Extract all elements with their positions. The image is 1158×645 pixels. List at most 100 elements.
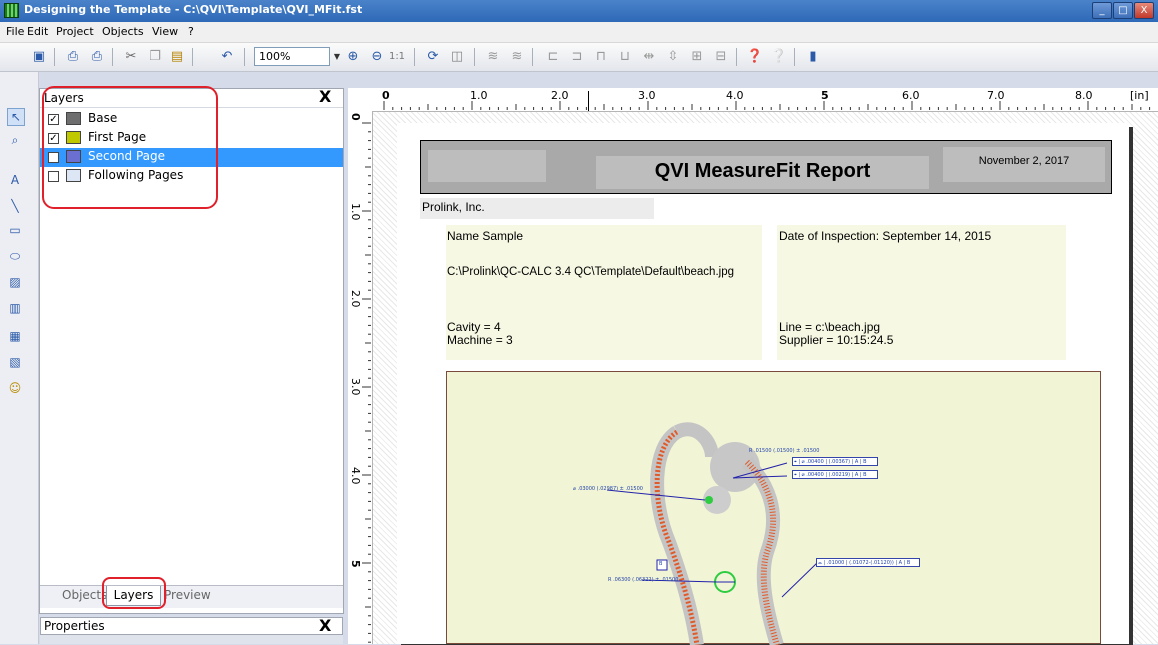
zoom-actual-button[interactable]: 1:1	[388, 48, 406, 66]
align-top-icon[interactable]: ⊓	[592, 48, 610, 66]
line-tool-icon[interactable]: ╲	[7, 198, 23, 214]
supplier-text: Supplier = 10:15:24.5	[779, 333, 894, 347]
zoom-select[interactable]: 100%	[254, 47, 330, 66]
ellipse-tool-icon[interactable]: ⬭	[7, 248, 23, 264]
layers-close-icon[interactable]: X	[319, 89, 331, 105]
ruler-label: 0	[382, 89, 390, 102]
radius-annotation: R .01500 (.01500) ± .01500	[749, 448, 820, 454]
ruler-label: 7.0	[987, 89, 1005, 102]
help-icon[interactable]: ❓	[746, 48, 764, 66]
header-logo-placeholder[interactable]	[428, 150, 546, 182]
ruler-label: 4.0	[726, 89, 744, 102]
ruler-label: 2.0	[551, 89, 569, 102]
toolbar-separator	[192, 48, 193, 66]
menu-file[interactable]: File	[6, 25, 24, 38]
properties-row	[40, 635, 343, 644]
center-h-icon[interactable]: ⇹	[640, 48, 658, 66]
app-icon	[4, 3, 19, 18]
text-tool-icon[interactable]: A	[7, 172, 23, 188]
ruler-label: 0	[349, 113, 362, 121]
fcf-text: ⌓ | .01000 | (.01072-(.01120)) | A | B	[818, 560, 911, 566]
close-button[interactable]: X	[1134, 2, 1154, 19]
toolbar-separator	[532, 48, 533, 66]
properties-title: Properties	[44, 619, 105, 633]
tab-preview[interactable]: Preview	[164, 588, 211, 602]
part-drawing[interactable]	[446, 371, 1101, 645]
machine-text: Machine = 3	[447, 333, 513, 347]
toolbar-separator	[54, 48, 55, 66]
minimize-button[interactable]: _	[1092, 2, 1112, 19]
context-help-icon[interactable]: ❔	[770, 48, 788, 66]
select-tool-icon[interactable]: ↖	[7, 108, 25, 126]
properties-close-icon[interactable]: X	[319, 618, 331, 634]
table-tool-icon[interactable]: ▦	[7, 328, 23, 344]
save-icon[interactable]: ▣	[30, 48, 48, 66]
arrange-icon[interactable]: ≋	[484, 48, 502, 66]
rectangle-tool-icon[interactable]: ▭	[7, 222, 23, 238]
highlight-layers-tab	[102, 577, 166, 609]
window-title: Designing the Template - C:\QVI\Template…	[24, 3, 363, 16]
zoom-in-icon[interactable]: ⊕	[344, 48, 362, 66]
exit-icon[interactable]: ▮	[804, 48, 822, 66]
ruler-label: 5	[349, 560, 362, 568]
ruler-label: 2.0	[349, 290, 362, 308]
undo-icon[interactable]: ↶	[218, 48, 236, 66]
copy-icon[interactable]: ❐	[146, 48, 164, 66]
report-date: November 2, 2017	[978, 155, 1070, 167]
same-height-icon[interactable]: ⊟	[712, 48, 730, 66]
ruler-unit: [in]	[1130, 89, 1149, 102]
picture-tool-icon[interactable]: ▨	[7, 274, 23, 290]
ruler-cursor-marker	[588, 91, 589, 111]
menu-edit[interactable]: Edit	[27, 25, 48, 38]
bring-front-icon[interactable]: ◫	[448, 48, 466, 66]
ruler-label: 3.0	[349, 378, 362, 396]
menu-project[interactable]: Project	[56, 25, 94, 38]
toolbar-separator	[794, 48, 795, 66]
report-title: QVI MeasureFit Report	[654, 160, 871, 182]
align-right-icon[interactable]: ⊐	[568, 48, 586, 66]
ruler-label: 1.0	[470, 89, 488, 102]
highlight-layers-list	[42, 86, 218, 209]
toolbar-separator	[736, 48, 737, 66]
user-object-icon[interactable]: ☺	[7, 380, 23, 396]
toolbar-separator	[244, 48, 245, 66]
radius-annotation-2: R .06300 (.06322) ± .01500	[608, 577, 679, 583]
refresh-icon[interactable]: ⟳	[424, 48, 442, 66]
tab-objects[interactable]: Objects	[62, 588, 107, 602]
ruler-label: 1.0	[349, 203, 362, 221]
menu-help[interactable]: ?	[188, 25, 194, 38]
ruler-label: 3.0	[638, 89, 656, 102]
chart-tool-icon[interactable]: ▧	[7, 354, 23, 370]
toolbar-separator	[414, 48, 415, 66]
barcode-tool-icon[interactable]: ▥	[7, 300, 23, 316]
name-sample-text: Name Sample	[447, 229, 524, 243]
maximize-button[interactable]: □	[1113, 2, 1133, 19]
align-left-icon[interactable]: ⊏	[544, 48, 562, 66]
same-width-icon[interactable]: ⊞	[688, 48, 706, 66]
ruler-label: 4.0	[349, 467, 362, 485]
arrange2-icon[interactable]: ≋	[508, 48, 526, 66]
cut-icon[interactable]: ✂	[122, 48, 140, 66]
print-icon[interactable]: ⎙	[64, 48, 82, 66]
menu-objects[interactable]: Objects	[102, 25, 144, 38]
inspection-date-text: Date of Inspection: September 14, 2015	[779, 229, 992, 243]
company-name: Prolink, Inc.	[422, 200, 485, 214]
center-v-icon[interactable]: ⇳	[664, 48, 682, 66]
toolbar-separator	[474, 48, 475, 66]
align-bottom-icon[interactable]: ⊔	[616, 48, 634, 66]
menu-view[interactable]: View	[152, 25, 178, 38]
zoom-tool-icon[interactable]: ⌕	[7, 132, 23, 148]
paste-icon[interactable]: ▤	[168, 48, 186, 66]
image-path-text: C:\Prolink\QC-CALC 3.4 QC\Template\Defau…	[447, 266, 734, 278]
print-preview-icon[interactable]: ⎙	[88, 48, 106, 66]
fcf-text: ⌖ | ⌀ .00400 | (.00367) | A | B	[794, 459, 867, 465]
zoom-out-icon[interactable]: ⊖	[368, 48, 386, 66]
toolbar-separator	[112, 48, 113, 66]
fcf-text: ⌖ | ⌀ .00400 | (.00219) | A | B	[794, 472, 867, 478]
chevron-down-icon[interactable]: ▼	[331, 47, 343, 66]
ruler-label: 6.0	[902, 89, 920, 102]
ruler-label: 5	[821, 89, 829, 102]
diameter-annotation: ⌀ .03000 (.02987) ± .01500	[573, 486, 643, 492]
ruler-label: 8.0	[1075, 89, 1093, 102]
datum-label: B	[659, 561, 663, 567]
